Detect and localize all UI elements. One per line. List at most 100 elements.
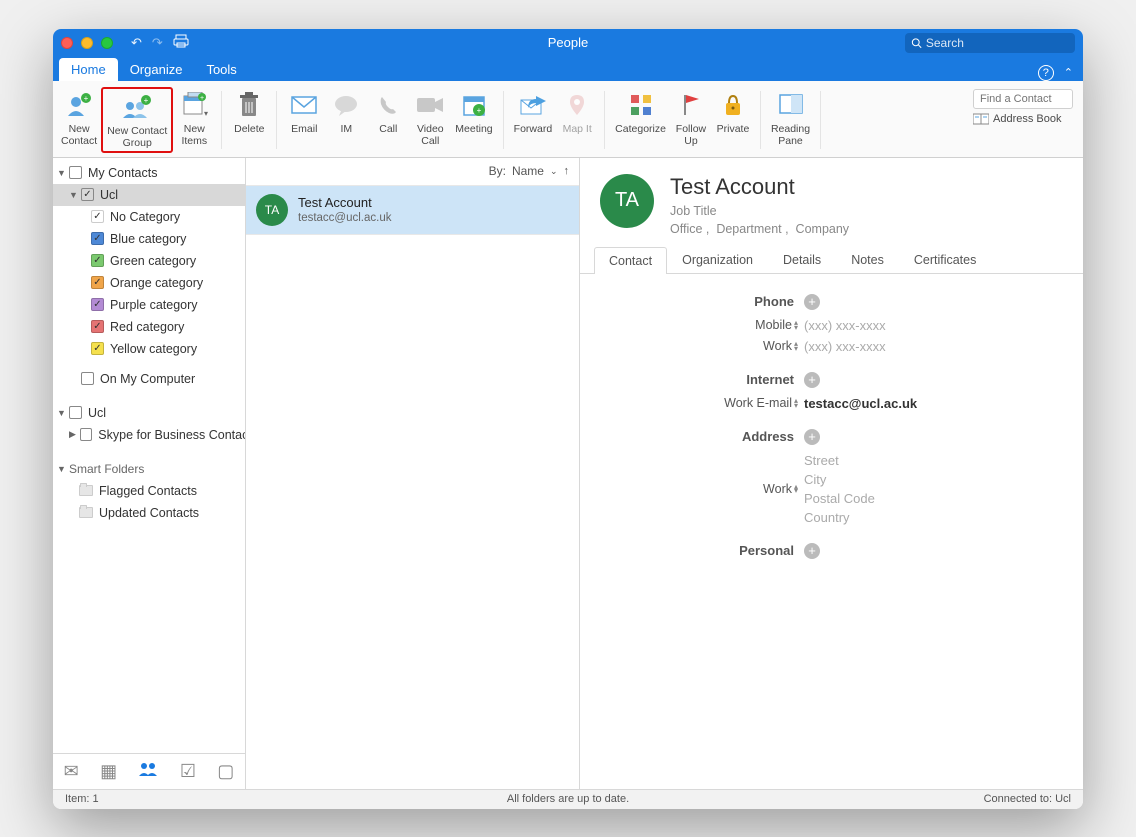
field-work-phone-value[interactable]: (xxx) xxx-xxxx (804, 339, 886, 354)
sidebar-category[interactable]: ✓Green category (53, 250, 245, 272)
map-it-button[interactable]: Map It (556, 87, 598, 137)
main-area: ▼ My Contacts ▼ ✓ Ucl ✓No Category ✓Blue… (53, 158, 1083, 789)
sidebar-category[interactable]: ✓Yellow category (53, 338, 245, 360)
meeting-button[interactable]: + Meeting (451, 87, 496, 137)
field-city[interactable]: City (804, 472, 875, 487)
field-work-email-label[interactable]: Work E-mail▴▾ (604, 396, 804, 410)
field-postal[interactable]: Postal Code (804, 491, 875, 506)
detail-job-title: Job Title (670, 204, 849, 218)
field-street[interactable]: Street (804, 453, 875, 468)
window-title: People (548, 35, 588, 50)
detail-tab-certificates[interactable]: Certificates (899, 246, 992, 273)
list-sort-header[interactable]: By: Name ⌄ ↑ (246, 158, 579, 186)
detail-header: TA Test Account Job Title Office , Depar… (580, 158, 1083, 246)
new-contact-group-button[interactable]: + New Contact Group (101, 87, 173, 153)
detail-tab-contact[interactable]: Contact (594, 247, 667, 274)
tasks-icon[interactable]: ☑ (180, 761, 196, 782)
sidebar-updated[interactable]: Updated Contacts (53, 502, 245, 524)
collapse-ribbon-icon[interactable]: ⌃ (1064, 66, 1073, 79)
follow-up-button[interactable]: Follow Up (670, 87, 712, 149)
sidebar-skype[interactable]: ▶ Skype for Business Contacts (53, 424, 245, 446)
folder-icon (79, 485, 93, 496)
help-icon[interactable]: ? (1038, 65, 1054, 81)
categorize-button[interactable]: Categorize (611, 87, 670, 137)
sidebar-on-my-computer[interactable]: On My Computer (53, 368, 245, 390)
close-window-button[interactable] (61, 37, 73, 49)
search-box[interactable] (905, 33, 1075, 53)
zoom-window-button[interactable] (101, 37, 113, 49)
folder-icon (79, 507, 93, 518)
add-phone-icon[interactable]: + (804, 294, 820, 310)
tab-home[interactable]: Home (59, 58, 118, 81)
detail-tab-details[interactable]: Details (768, 246, 836, 273)
ribbon: + New Contact + New Contact Group +▾ New… (53, 81, 1083, 158)
im-button[interactable]: IM (325, 87, 367, 137)
svg-text:+: + (144, 96, 149, 105)
checkbox[interactable] (81, 372, 94, 385)
mail-icon[interactable]: ✉ (64, 761, 79, 782)
call-button[interactable]: Call (367, 87, 409, 137)
sidebar-category[interactable]: ✓Blue category (53, 228, 245, 250)
add-address-icon[interactable]: + (804, 429, 820, 445)
delete-button[interactable]: Delete (228, 87, 270, 137)
search-input[interactable] (926, 36, 1069, 50)
status-item-count: Item: 1 (65, 793, 99, 805)
sidebar-category[interactable]: ✓No Category (53, 206, 245, 228)
chevron-down-icon: ▼ (57, 408, 67, 418)
address-book-button[interactable]: Address Book (973, 113, 1073, 125)
email-button[interactable]: Email (283, 87, 325, 137)
tab-organize[interactable]: Organize (118, 58, 195, 81)
new-contact-button[interactable]: + New Contact (57, 87, 101, 149)
reading-pane-button[interactable]: ▾ Reading Pane (767, 87, 814, 149)
redo-icon[interactable]: ↷ (152, 35, 163, 51)
checkbox[interactable] (69, 406, 82, 419)
people-icon[interactable] (138, 761, 158, 782)
sidebar-smart-folders[interactable]: ▼ Smart Folders (53, 458, 245, 480)
sidebar-category[interactable]: ✓Red category (53, 316, 245, 338)
find-contact-input[interactable] (973, 89, 1073, 109)
avatar: TA (256, 194, 288, 226)
sidebar-category[interactable]: ✓Purple category (53, 294, 245, 316)
status-bar: Item: 1 All folders are up to date. Conn… (53, 789, 1083, 809)
add-internet-icon[interactable]: + (804, 372, 820, 388)
video-call-button[interactable]: Video Call (409, 87, 451, 149)
category-swatch: ✓ (91, 254, 104, 267)
svg-text:+: + (477, 106, 482, 115)
checkbox[interactable] (80, 428, 92, 441)
category-swatch: ✓ (91, 298, 104, 311)
field-work-phone-label[interactable]: Work▴▾ (604, 339, 804, 353)
minimize-window-button[interactable] (81, 37, 93, 49)
checkbox[interactable] (69, 166, 82, 179)
sort-asc-icon[interactable]: ↑ (564, 165, 570, 177)
field-mobile-value[interactable]: (xxx) xxx-xxxx (804, 318, 886, 333)
detail-tab-organization[interactable]: Organization (667, 246, 768, 273)
sidebar-ucl-root[interactable]: ▼ Ucl (53, 402, 245, 424)
new-items-button[interactable]: +▾ New Items (173, 87, 215, 149)
sidebar-category[interactable]: ✓Orange category (53, 272, 245, 294)
quick-access-toolbar: ↶ ↷ (131, 34, 189, 51)
tab-tools[interactable]: Tools (194, 58, 248, 81)
checkbox[interactable]: ✓ (81, 188, 94, 201)
contact-list-item[interactable]: TA Test Account testacc@ucl.ac.uk (246, 186, 579, 235)
detail-tab-notes[interactable]: Notes (836, 246, 899, 273)
app-window: ↶ ↷ People Home Organize Tools ? ⌃ + New… (53, 29, 1083, 809)
notes-icon[interactable]: ▢ (217, 761, 234, 782)
field-work-email-value[interactable]: testacc@ucl.ac.uk (804, 396, 917, 411)
section-address: Address (604, 429, 794, 444)
field-mobile-label[interactable]: Mobile▴▾ (604, 318, 804, 332)
category-swatch: ✓ (91, 342, 104, 355)
sidebar-my-contacts[interactable]: ▼ My Contacts (53, 162, 245, 184)
add-personal-icon[interactable]: + (804, 543, 820, 559)
sidebar-ucl[interactable]: ▼ ✓ Ucl (53, 184, 245, 206)
forward-button[interactable]: Forward (510, 87, 557, 137)
field-work-addr-label[interactable]: Work▴▾ (604, 482, 804, 496)
field-country[interactable]: Country (804, 510, 875, 525)
chevron-down-icon: ▼ (57, 464, 67, 474)
calendar-icon[interactable]: ▦ (100, 761, 117, 782)
traffic-lights (61, 37, 113, 49)
private-button[interactable]: Private (712, 87, 754, 137)
sidebar-flagged[interactable]: Flagged Contacts (53, 480, 245, 502)
print-icon[interactable] (173, 34, 189, 51)
chevron-down-icon: ▼ (57, 168, 67, 178)
undo-icon[interactable]: ↶ (131, 35, 142, 51)
